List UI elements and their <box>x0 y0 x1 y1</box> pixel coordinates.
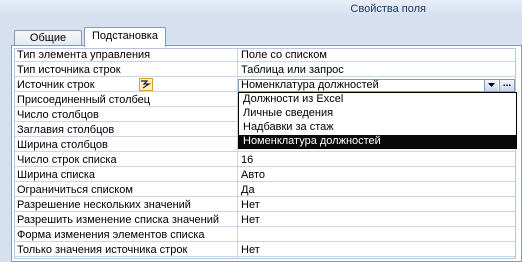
property-label: Форма изменения элементов списка <box>17 229 205 241</box>
property-row-list-items-edit-form[interactable]: Форма изменения элементов списка <box>15 229 515 242</box>
property-label: Источник строк <box>17 79 95 91</box>
property-label: Тип элемента управления <box>17 49 151 61</box>
property-value[interactable] <box>239 229 515 242</box>
property-value[interactable]: Таблица или запрос <box>239 64 515 77</box>
property-value[interactable]: Авто <box>239 169 515 182</box>
property-value[interactable]: Да <box>239 184 515 197</box>
property-row-show-only-row-source-values[interactable]: Только значения источника строк Нет <box>15 244 515 257</box>
property-value[interactable]: Поле со списком <box>239 49 515 62</box>
property-grid: Тип элемента управления Поле со списком … <box>14 48 516 259</box>
tab-general[interactable]: Общие <box>14 30 82 46</box>
property-row-row-source-type[interactable]: Тип источника строк Таблица или запрос <box>15 64 515 77</box>
row-source-dropdown-list[interactable]: Должности из Excel Личные сведения Надба… <box>238 92 517 149</box>
smart-tag-glyph <box>141 80 151 89</box>
dropdown-option-selected[interactable]: Номенклатура должностей <box>239 135 516 148</box>
property-row-row-source[interactable]: Источник строк Номенклатура должностей .… <box>15 78 515 92</box>
property-label: Число столбцов <box>17 109 99 121</box>
property-label: Присоединенный столбец <box>17 94 151 106</box>
property-label: Разрешение нескольких значений <box>17 199 191 211</box>
property-value[interactable]: 16 <box>239 154 515 167</box>
property-label: Разрешить изменение списка значений <box>17 214 220 226</box>
dropdown-option[interactable]: Должности из Excel <box>239 93 516 106</box>
row-source-combobox[interactable]: Номенклатура должностей ... <box>238 79 515 92</box>
property-value[interactable]: Нет <box>239 244 515 257</box>
property-label: Только значения источника строк <box>17 244 188 256</box>
property-row-display-control[interactable]: Тип элемента управления Поле со списком <box>15 49 515 62</box>
property-label: Ширина списка <box>17 169 96 181</box>
property-row-limit-to-list[interactable]: Ограничиться списком Да <box>15 184 515 197</box>
property-row-allow-multiple-values[interactable]: Разрешение нескольких значений Нет <box>15 199 515 212</box>
dropdown-option[interactable]: Личные сведения <box>239 107 516 120</box>
property-row-list-width[interactable]: Ширина списка Авто <box>15 169 515 182</box>
property-label: Тип источника строк <box>17 64 121 76</box>
combobox-value: Номенклатура должностей <box>241 79 379 91</box>
ellipsis-builder-icon[interactable]: ... <box>499 79 514 91</box>
property-label: Ограничиться списком <box>17 184 133 196</box>
property-update-smart-tag-icon[interactable] <box>139 78 153 91</box>
tab-lookup[interactable]: Подстановка <box>84 27 166 47</box>
dropdown-option[interactable]: Надбавки за стаж <box>239 121 516 134</box>
property-label: Число строк списка <box>17 154 117 166</box>
property-label: Ширина столбцов <box>17 139 108 151</box>
property-value[interactable]: Нет <box>239 199 515 212</box>
property-value[interactable]: Нет <box>239 214 515 227</box>
property-sheet-title: Свойства поля <box>350 3 426 15</box>
property-row-list-rows[interactable]: Число строк списка 16 <box>15 154 515 167</box>
chevron-down-glyph <box>488 83 495 87</box>
property-label: Заглавия столбцов <box>17 124 115 136</box>
chevron-down-icon[interactable] <box>484 80 498 91</box>
property-row-allow-value-list-edits[interactable]: Разрешить изменение списка значений Нет <box>15 214 515 227</box>
